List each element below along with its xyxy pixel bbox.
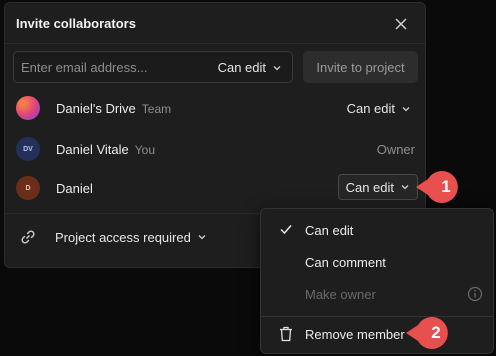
permission-select[interactable]: Can edit <box>218 60 282 75</box>
menu-item-remove-member[interactable]: Remove member <box>261 319 493 349</box>
link-icon <box>21 230 35 244</box>
member-name-wrapper: Daniel's Drive Team <box>56 101 171 116</box>
dialog-title: Invite collaborators <box>16 16 136 31</box>
member-role: Owner <box>377 142 415 157</box>
trash-icon <box>280 326 292 342</box>
annotation-number: 2 <box>431 323 441 342</box>
chevron-down-icon <box>402 106 410 111</box>
member-name-wrapper: Daniel <box>56 181 93 196</box>
menu-item-label: Remove member <box>305 326 405 342</box>
chevron-down-icon <box>401 185 409 190</box>
menu-item-label: Can comment <box>305 254 386 270</box>
menu-divider <box>261 316 493 317</box>
member-row: D Daniel Can edit <box>5 170 427 206</box>
close-icon[interactable] <box>393 16 409 32</box>
info-icon[interactable] <box>467 286 483 302</box>
member-name: Daniel <box>56 181 93 196</box>
chevron-down-icon <box>198 235 206 240</box>
menu-item-label: Make owner <box>305 286 376 302</box>
member-permission-label: Can edit <box>346 101 395 116</box>
email-field[interactable]: Can edit <box>13 51 293 83</box>
annotation-badge: 1 <box>414 170 464 204</box>
checkmark-icon <box>280 225 292 235</box>
member-name: Daniel's Drive <box>56 101 136 116</box>
permission-dropdown-menu: Can edit Can comment Make owner Remove m… <box>260 208 494 354</box>
avatar-initials: DV <box>23 145 33 153</box>
avatar: D <box>16 176 40 200</box>
chevron-down-icon <box>273 65 281 70</box>
project-access-label: Project access required <box>55 229 191 245</box>
member-permission-label: Can edit <box>345 179 394 195</box>
member-row: DV Daniel Vitale You Owner <box>5 131 427 167</box>
member-permission-select[interactable]: Can edit <box>347 101 411 116</box>
member-permission-select[interactable]: Can edit <box>337 174 418 200</box>
menu-item-label: Can edit <box>305 222 354 238</box>
menu-item-can-comment[interactable]: Can comment <box>261 247 493 277</box>
divider <box>5 43 425 44</box>
avatar: DV <box>16 137 40 161</box>
member-tag: You <box>134 143 156 157</box>
annotation-badge: 2 <box>404 316 454 350</box>
member-tag: Team <box>141 102 172 116</box>
email-input[interactable] <box>21 58 211 76</box>
annotation-number: 1 <box>441 177 451 196</box>
menu-item-make-owner: Make owner <box>261 279 493 309</box>
avatar-initials: D <box>25 184 31 192</box>
avatar <box>16 96 40 120</box>
project-access-select[interactable]: Project access required <box>19 228 207 246</box>
member-role-label: Owner <box>376 142 415 157</box>
permission-select-label: Can edit <box>217 60 266 75</box>
member-name: Daniel Vitale <box>56 142 129 157</box>
menu-item-can-edit[interactable]: Can edit <box>261 215 493 245</box>
member-row: Daniel's Drive Team Can edit <box>5 90 427 126</box>
invite-to-project-button[interactable]: Invite to project <box>303 51 418 83</box>
member-name-wrapper: Daniel Vitale You <box>56 142 155 157</box>
